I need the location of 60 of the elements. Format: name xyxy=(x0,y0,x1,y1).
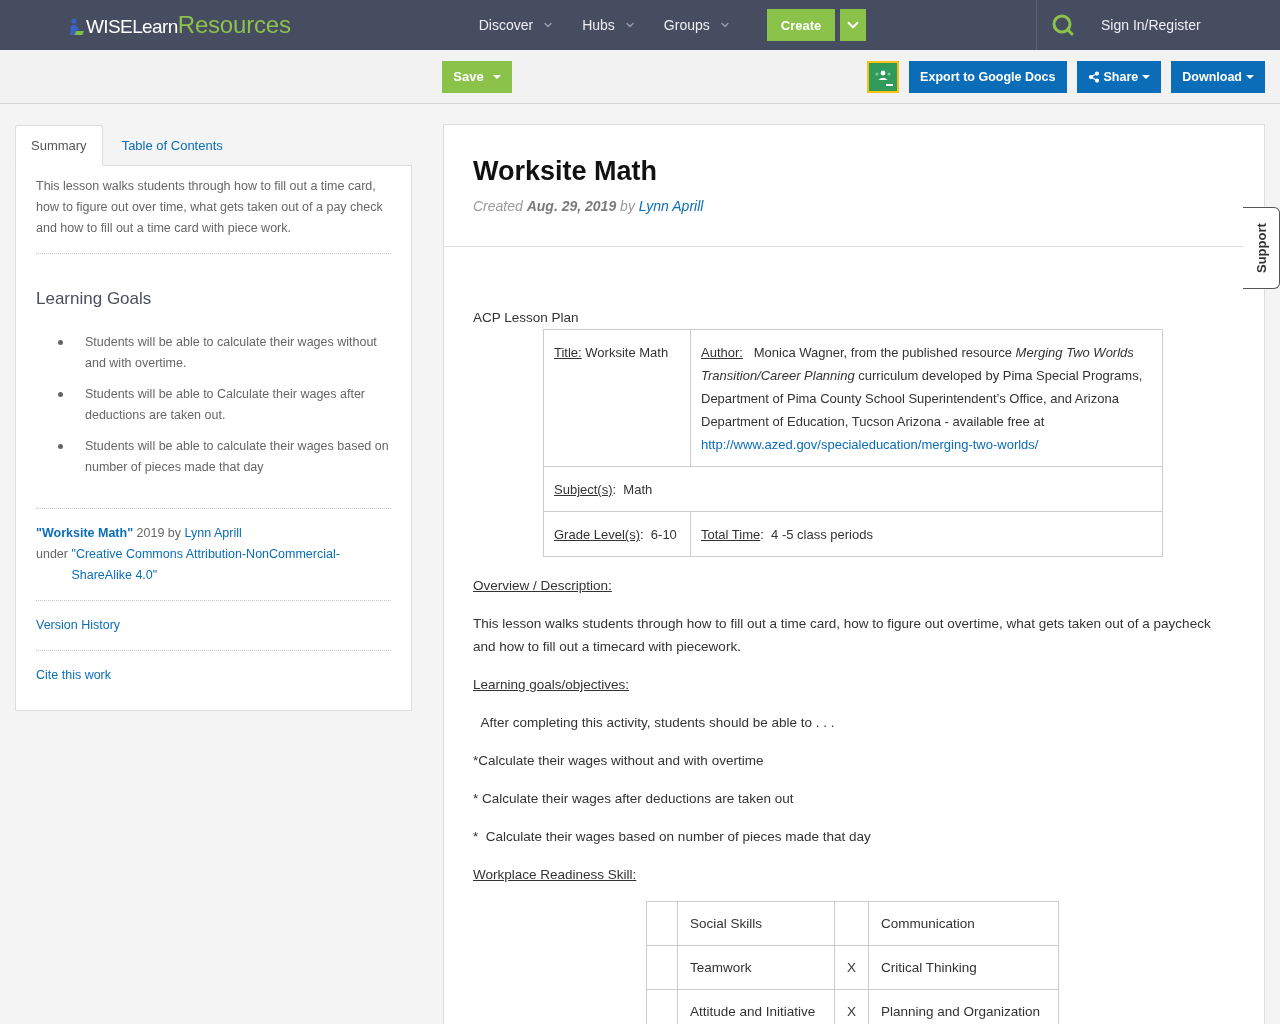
support-tab[interactable]: Support xyxy=(1243,207,1280,289)
search-button[interactable] xyxy=(1051,13,1075,37)
lesson-title: Worksite Math xyxy=(473,155,659,188)
author-link[interactable]: Lynn Aprill xyxy=(184,526,242,540)
cell-text: Total Time: 4 -5 class periods xyxy=(701,526,874,544)
mark-text: X xyxy=(846,1004,856,1019)
nav-menu-item[interactable]: Discover xyxy=(478,17,555,33)
goal-text: Students will be able to calculate their wages based on number of pieces made that day xyxy=(85,438,390,476)
url-link[interactable]: http://www.azed.gov/specialeducation/merging-two-worlds/ xyxy=(701,437,1039,452)
nav-menu-item[interactable]: Hubs xyxy=(582,17,636,33)
bullet-icon xyxy=(58,392,63,397)
sidebar-tab[interactable]: Table of Contents xyxy=(105,125,239,166)
goal-text: Students will be able to Calculate their wages after deductions are taken out. xyxy=(85,386,367,424)
section-heading: Workplace Readiness Skill: xyxy=(473,866,638,884)
author-link[interactable]: Lynn Aprill xyxy=(638,198,704,214)
skill-text: Communication xyxy=(880,916,975,931)
summary-text: This lesson walks students through how to fill out a time card, how to figure out over time, what gets taken out of a pay check and how to fill out a time card with piece work. xyxy=(36,178,384,237)
nav-menu-item[interactable]: Groups xyxy=(663,17,731,33)
created-info: Created Aug. 29, 2019 by Lynn Aprill xyxy=(473,197,705,216)
skill-text: Critical Thinking xyxy=(880,960,977,975)
share-button[interactable]: Share xyxy=(1076,60,1162,93)
create-dropdown-button[interactable] xyxy=(840,9,867,41)
paragraph: *Calculate their wages without and with overtime xyxy=(473,752,765,770)
paragraph: This lesson walks students through how to fill out a time card, how to figure out overtime, what gets taken out of a paycheck and how to fill out a timecard with piecework. xyxy=(473,615,1212,656)
attribution-text: "Worksite Math" 2019 by Lynn Aprill under "Creative Commons Attribution-NonCommercial-ShareAlike 4.0" xyxy=(36,523,391,586)
cell-text: Author: Monica Wagner, from the published resource Merging Two Worlds Transition/Career Planning curriculum developed by Pima Special Programs, Department of Pima County School Superintendent’s Office, and Arizona Department of Education, Tucson Arizona - available free at http://www.azed.gov/specialeducation/merging-two-worlds/ xyxy=(701,344,1144,454)
paragraph: After completing this activity, students should be able to . . . xyxy=(479,714,836,732)
goal-text: Students will be able to calculate their wages without and with overtime. xyxy=(85,334,378,372)
sidebar-tab[interactable]: Summary xyxy=(15,125,103,166)
panel-link[interactable]: Version History xyxy=(36,615,121,636)
plan-label: ACP Lesson Plan xyxy=(473,309,580,327)
panel-link[interactable]: Cite this work xyxy=(36,665,112,686)
logo-icon xyxy=(68,18,85,36)
mark-text: X xyxy=(846,960,856,975)
goals-heading: Learning Goals xyxy=(36,288,153,310)
paragraph: * Calculate their wages after deductions are taken out xyxy=(473,790,795,808)
section-heading: Overview / Description: xyxy=(473,577,613,595)
sign-in-link[interactable]: Sign In/Register xyxy=(1101,17,1201,33)
cell-text: Grade Level(s): 6-10 xyxy=(554,526,678,544)
export-button[interactable]: Export to Google Docs xyxy=(909,60,1067,93)
cell-text: Subject(s): Math xyxy=(554,481,654,499)
skill-text: Social Skills xyxy=(690,916,763,931)
bullet-icon xyxy=(58,340,63,345)
section-heading: Learning goals/objectives: xyxy=(473,676,631,694)
paragraph: * Calculate their wages based on number of pieces made that day xyxy=(473,828,872,846)
license-link[interactable]: "Creative Commons Attribution-NonCommercial-ShareAlike 4.0" xyxy=(71,544,390,586)
cell-text: Title: Worksite Math xyxy=(554,344,670,362)
caret-icon xyxy=(492,74,501,79)
caret-icon xyxy=(1142,74,1151,79)
skill-text: Planning and Organization xyxy=(880,1004,1041,1019)
share-icon xyxy=(1087,70,1100,83)
caret-icon xyxy=(1246,74,1254,79)
skill-text: Attitude and Initiative xyxy=(690,1004,816,1019)
logo-text[interactable]: WISELearnResources xyxy=(86,11,291,39)
search-icon xyxy=(1051,13,1075,37)
classroom-button[interactable] xyxy=(867,60,900,93)
bullet-icon xyxy=(58,444,63,449)
download-button[interactable]: Download xyxy=(1171,60,1265,93)
title-link[interactable]: "Worksite Math" xyxy=(36,526,134,540)
skill-text: Teamwork xyxy=(690,960,752,975)
